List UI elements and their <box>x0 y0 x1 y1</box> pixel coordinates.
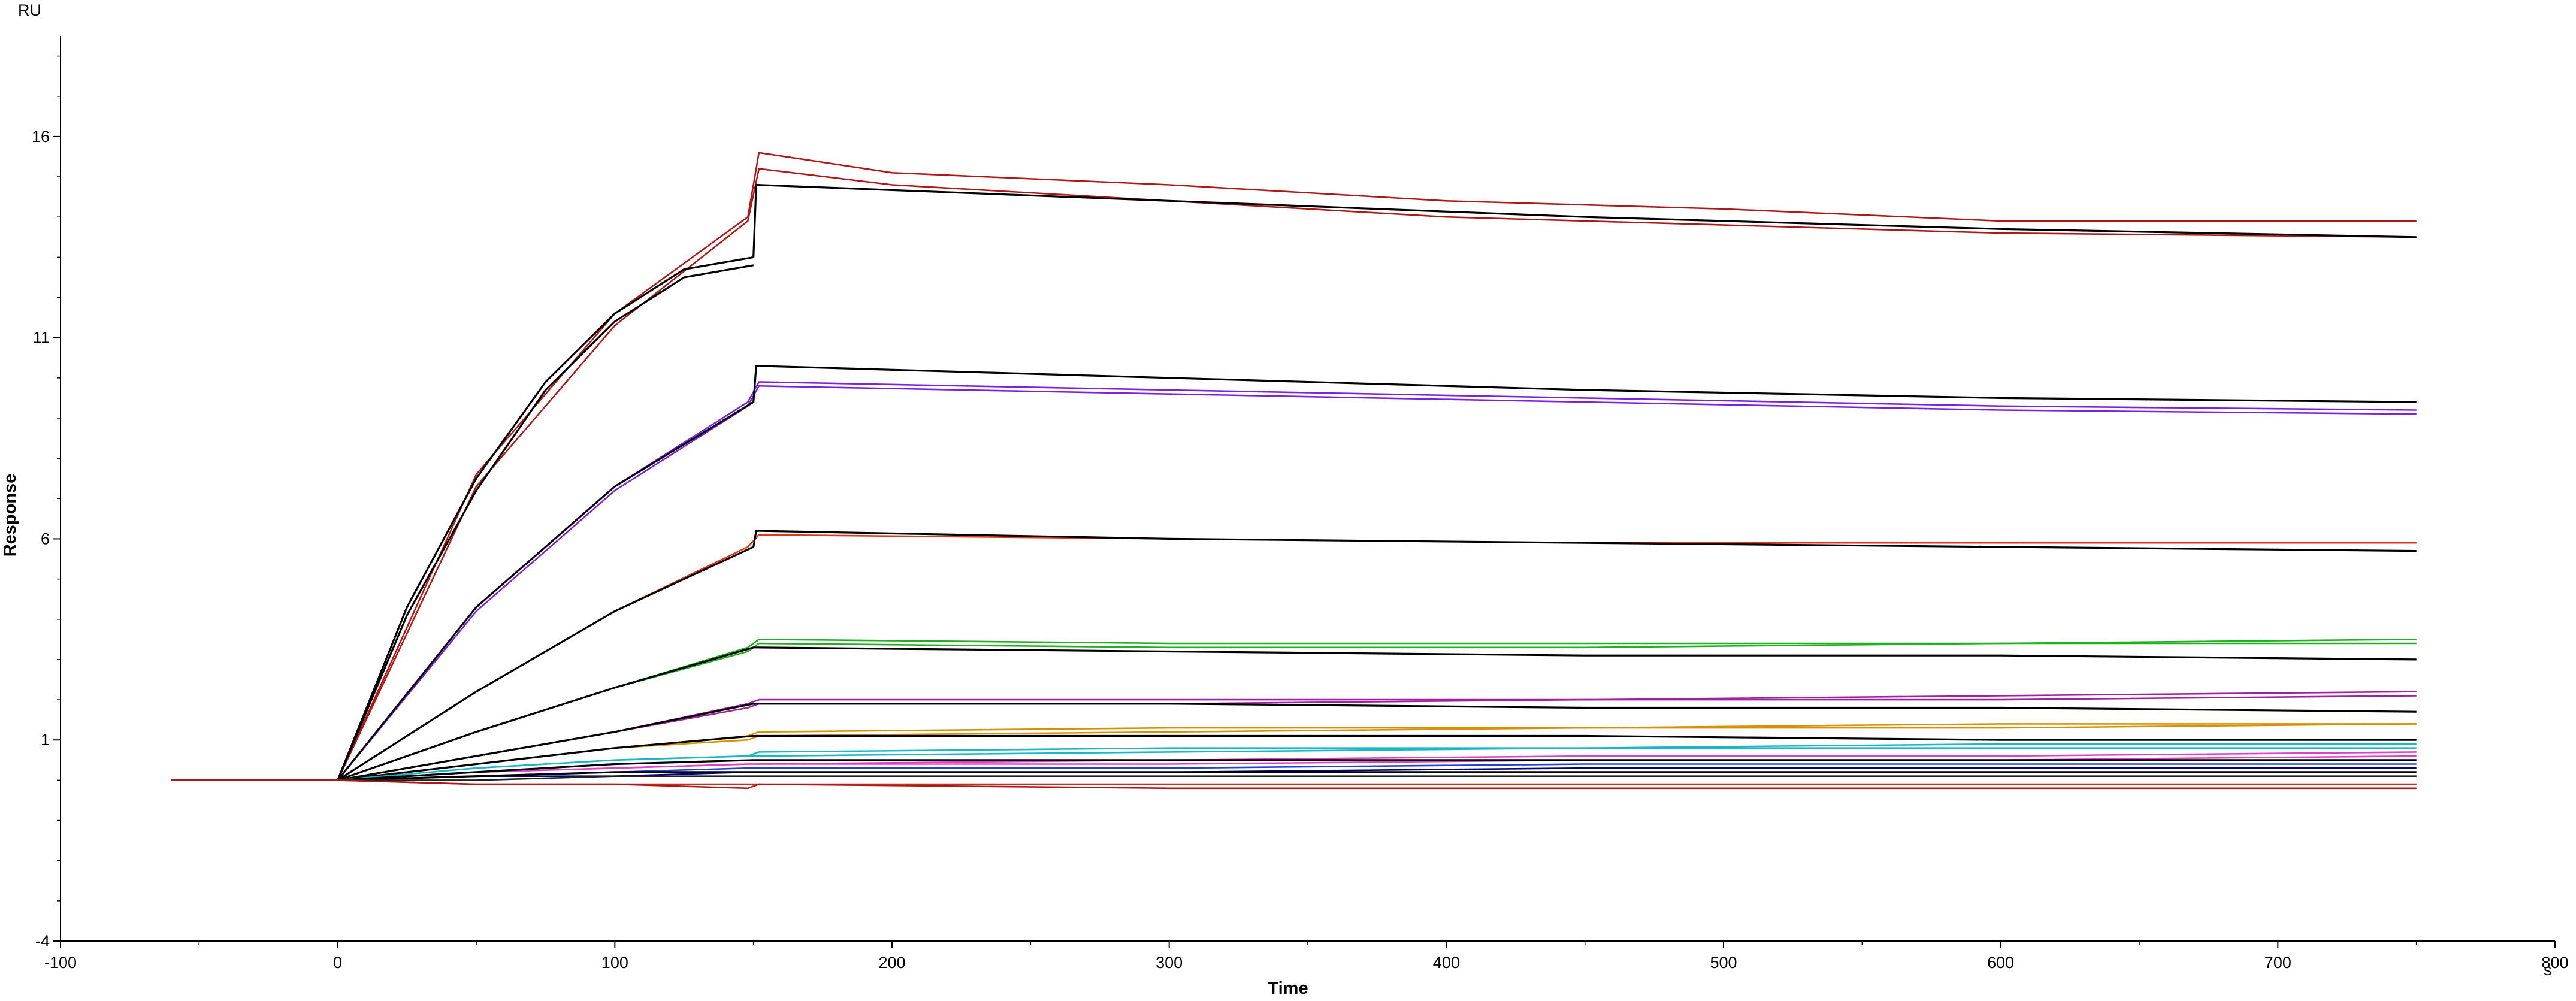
measured-curve-4 <box>171 381 2417 781</box>
y-unit-label: RU <box>18 1 41 19</box>
x-tick-label: 800 <box>2541 954 2568 972</box>
y-axis-title: Response <box>1 474 20 557</box>
y-ticks-group: -4161116 <box>32 55 61 950</box>
fit-curve-3 <box>171 264 754 781</box>
fit-curve-2 <box>171 183 2417 781</box>
x-tick-label: 700 <box>2264 954 2291 972</box>
x-tick-label: 0 <box>333 954 342 972</box>
x-tick-label: 200 <box>878 954 905 972</box>
y-tick-label: 6 <box>41 530 50 548</box>
plot-series-group <box>171 152 2417 790</box>
x-tick-label: 100 <box>601 954 628 972</box>
x-tick-label: -100 <box>44 954 77 972</box>
sensorgram-chart: RU s Time Response -4161116 -100 0 100 200 3… <box>1 1 2569 998</box>
x-ticks-group: -100 0 100 200 300 400 500 600 700 800 <box>44 941 2569 972</box>
y-tick-label: 16 <box>32 128 50 146</box>
fit-curve-6 <box>171 365 2417 781</box>
x-tick-label: 600 <box>1987 954 2014 972</box>
measured-curve-0 <box>171 152 2417 781</box>
y-tick-label: 11 <box>33 329 50 347</box>
fit-curve-17 <box>171 734 2417 781</box>
x-tick-label: 300 <box>1156 954 1183 972</box>
y-tick-label: -4 <box>35 932 50 950</box>
y-tick-label: 1 <box>41 731 50 749</box>
x-tick-label: 500 <box>1710 954 1737 972</box>
measured-curve-1 <box>171 168 2417 781</box>
x-tick-label: 400 <box>1433 954 1460 972</box>
x-axis-title: Time <box>1268 979 1308 998</box>
